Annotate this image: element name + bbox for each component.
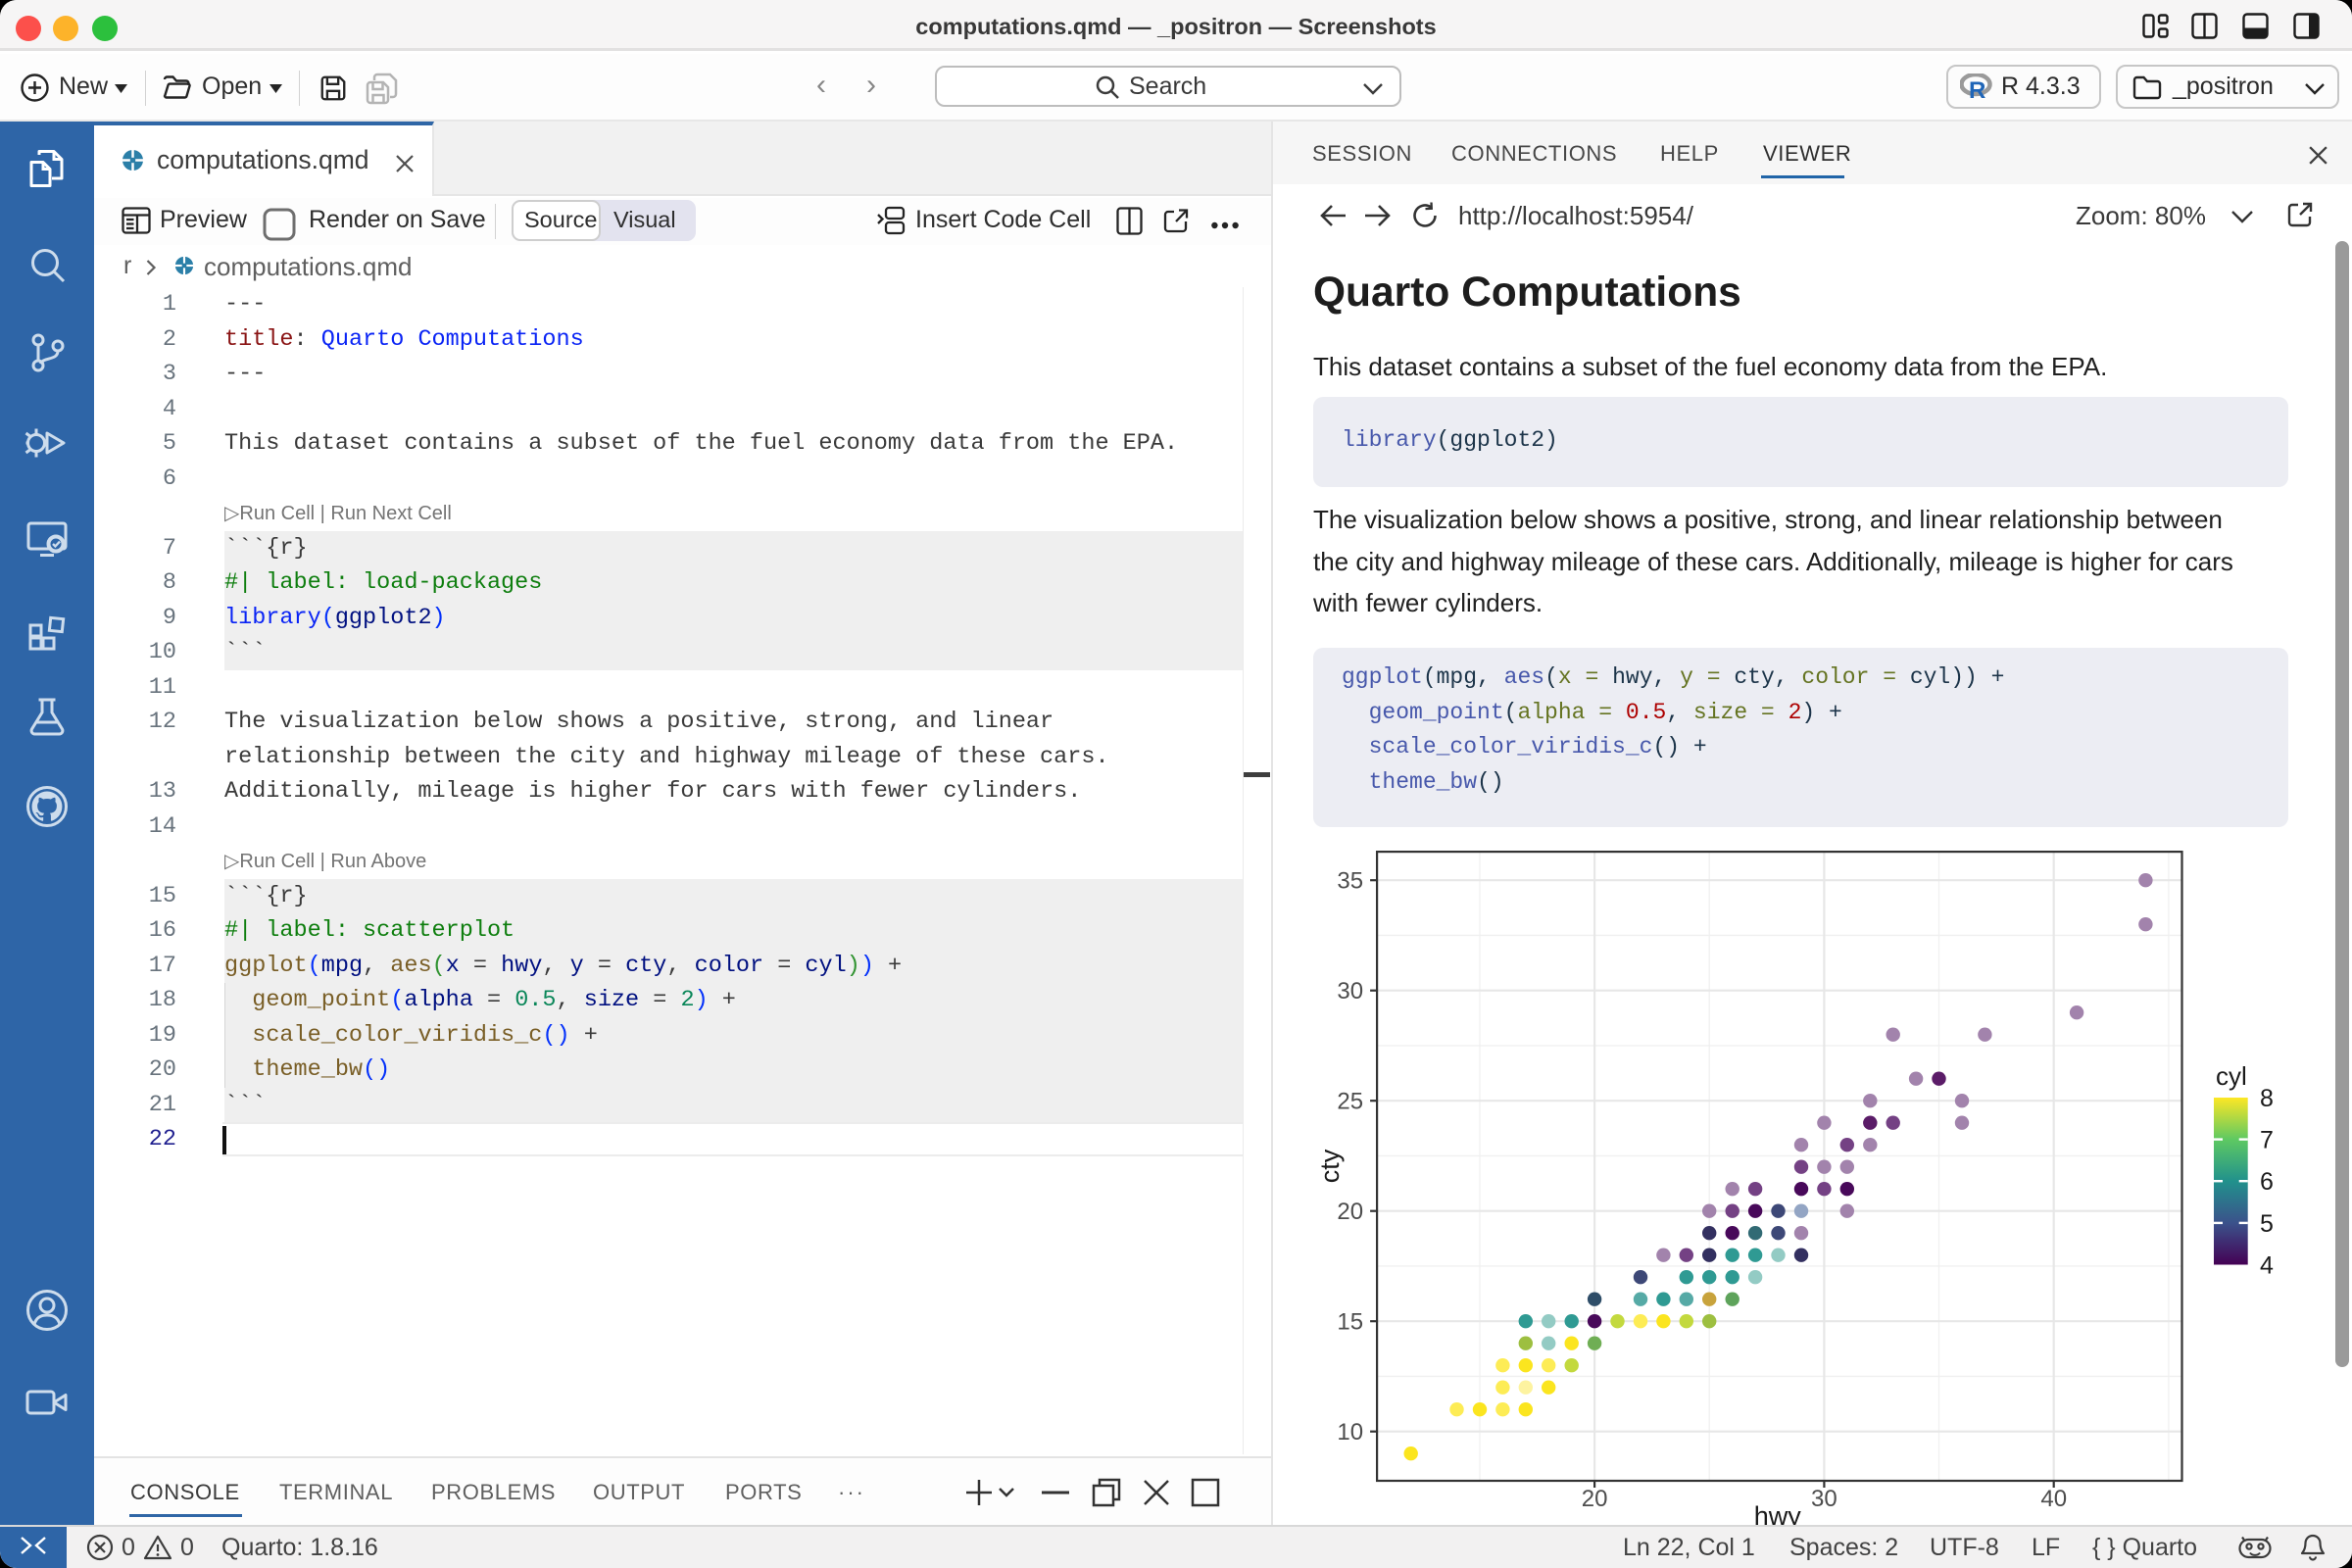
svg-text:cyl: cyl: [2216, 1061, 2247, 1091]
svg-text:8: 8: [2260, 1085, 2274, 1112]
svg-text:4: 4: [2260, 1252, 2274, 1280]
svg-text:35: 35: [1337, 868, 1363, 895]
svg-text:40: 40: [2040, 1486, 2067, 1512]
svg-text:25: 25: [1337, 1089, 1363, 1115]
svg-text:5: 5: [2260, 1210, 2274, 1238]
svg-text:7: 7: [2260, 1127, 2274, 1154]
svg-text:15: 15: [1337, 1309, 1363, 1336]
svg-text:30: 30: [1811, 1486, 1838, 1512]
svg-text:20: 20: [1582, 1486, 1608, 1512]
svg-text:6: 6: [2260, 1168, 2274, 1196]
svg-text:cty: cty: [1315, 1149, 1345, 1183]
svg-text:hwy: hwy: [1754, 1501, 1802, 1525]
svg-text:30: 30: [1337, 978, 1363, 1004]
svg-text:20: 20: [1337, 1199, 1363, 1225]
svg-text:10: 10: [1337, 1419, 1363, 1446]
svg-text:R: R: [1969, 77, 1985, 101]
